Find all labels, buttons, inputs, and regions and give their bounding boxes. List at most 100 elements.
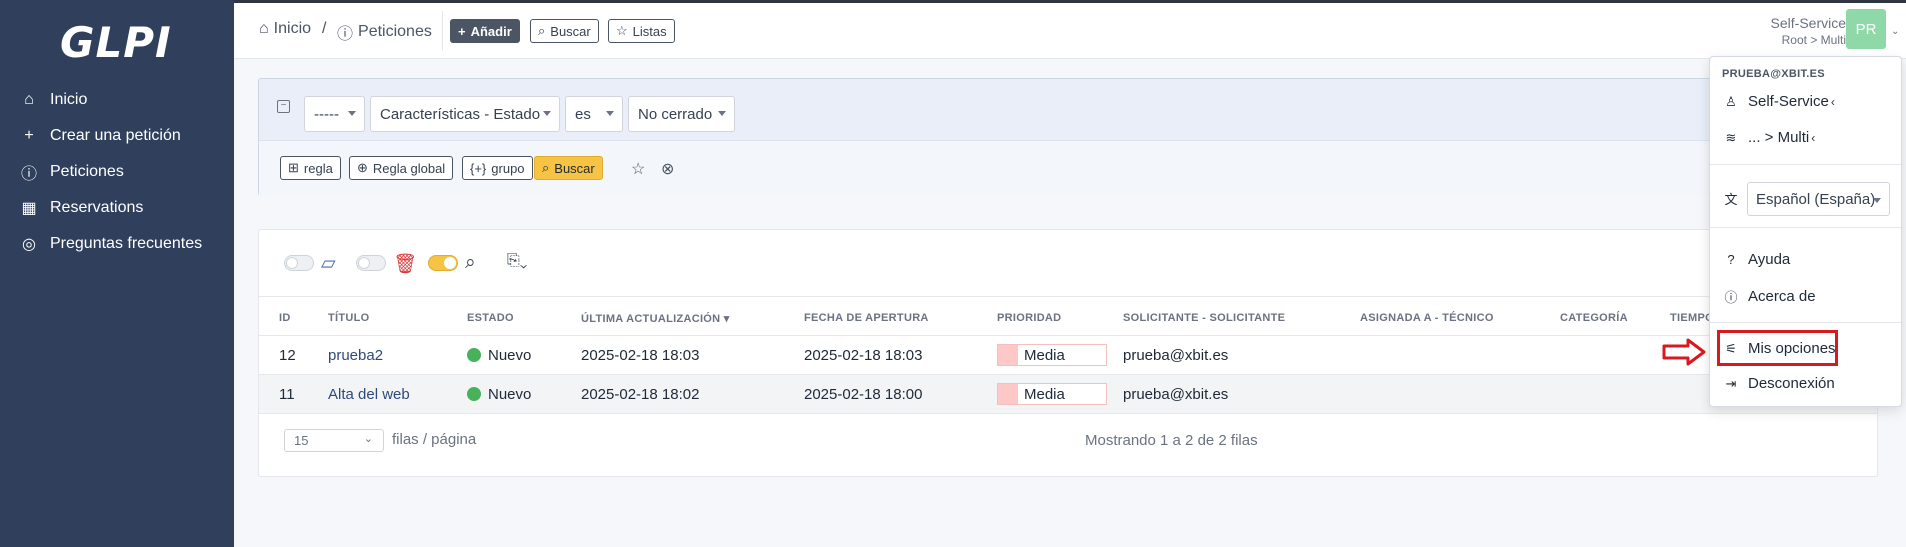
priority-label: Media [1024, 347, 1065, 364]
ticket-id: 12 [279, 347, 296, 364]
star-icon[interactable]: ☆ [631, 159, 645, 179]
breadcrumb-current[interactable]: ⓘ Peticiones [337, 20, 432, 44]
add-global-rule-button[interactable]: ⊕ Regla global [349, 156, 454, 180]
annotation-arrow-icon [1662, 338, 1706, 366]
operator-select[interactable]: es [565, 96, 623, 132]
top-header: ⌂ Inicio / ⓘ Peticiones + Añadir ⌕ Busca… [234, 3, 1906, 59]
rows-per-page-value: 15 [294, 433, 309, 448]
alert-circle-icon: ⓘ [20, 166, 37, 183]
menu-item-entity[interactable]: ≋ ... > Multi ‹ [1724, 129, 1816, 146]
trash-toggle[interactable] [356, 255, 386, 271]
caret-down-icon [718, 111, 726, 116]
chevron-down-icon: ⌄ [363, 433, 373, 445]
add-button-label: Añadir [470, 23, 512, 39]
calendar-icon: ▦ [21, 200, 37, 217]
map-toggle[interactable] [284, 255, 314, 271]
chevron-left-icon: ‹ [1811, 130, 1816, 145]
field-select-value: ----- [314, 105, 339, 123]
breadcrumb-home-label: Inicio [273, 20, 312, 37]
add-group-button[interactable]: {+} grupo [462, 156, 533, 180]
plus-circle-icon: ⊕ [357, 160, 368, 175]
add-group-label: grupo [491, 160, 525, 176]
column-header[interactable]: ID [279, 312, 291, 324]
language-icon: 文 [1724, 192, 1738, 207]
field-select[interactable]: ----- [304, 96, 365, 132]
user-icon: ♙ [1725, 93, 1737, 109]
sidebar-item-preguntas-frecuentes[interactable]: ◎ Preguntas frecuentes [20, 229, 202, 259]
table-row[interactable]: 11 Alta del web Nuevo 2025-02-18 18:02 2… [259, 375, 1877, 414]
header-divider [442, 11, 443, 51]
pagination-summary: Mostrando 1 a 2 de 2 filas [1085, 432, 1258, 449]
trash-icon[interactable]: 🗑 [393, 252, 417, 276]
operator-select-value: es [575, 105, 591, 123]
priority-swatch [998, 384, 1018, 404]
sidebar-item-inicio[interactable]: ⌂ Inicio [20, 85, 87, 115]
ticket-status: Nuevo [467, 347, 531, 364]
column-header[interactable]: FECHA DE APERTURA [804, 312, 929, 324]
map-icon[interactable]: ▱ [321, 252, 336, 275]
ticket-title-link[interactable]: Alta del web [328, 386, 410, 403]
menu-item-about[interactable]: ⓘ Acerca de [1724, 287, 1816, 306]
sort-down-icon: ▾ [723, 313, 730, 325]
profile-info[interactable]: Self-Service Root > Multi [1771, 15, 1846, 49]
glpi-logo[interactable]: GLPI [60, 18, 172, 67]
chevron-down-icon[interactable]: ⌄ [1891, 26, 1899, 37]
column-header[interactable]: ASIGNADA A - TÉCNICO [1360, 312, 1494, 324]
plus-icon: + [24, 127, 34, 144]
caret-down-icon [606, 111, 614, 116]
status-dot-icon [467, 387, 481, 401]
avatar[interactable]: PR [1846, 9, 1886, 49]
column-header[interactable]: PRIORIDAD [997, 312, 1061, 324]
menu-item-logout[interactable]: ⇥ Desconexión [1724, 375, 1835, 392]
results-card: ▱ 🗑 ⌕ ⎘⌄ ID TÍTULO ESTADO ÚLTIMA ACTUALI… [258, 229, 1878, 477]
criteria-select[interactable]: Características - Estado [370, 96, 560, 132]
sidebar-item-label: Peticiones [50, 163, 124, 180]
column-header[interactable]: CATEGORÍA [1560, 312, 1628, 324]
search-criteria-panel: − ----- Características - Estado es No c… [258, 78, 1878, 196]
menu-item-profile[interactable]: ♙ Self-Service ‹ [1724, 93, 1835, 110]
ticket-opened: 2025-02-18 18:00 [804, 386, 923, 403]
column-header[interactable]: TIEMPO [1670, 312, 1714, 324]
search-icon[interactable]: ⌕ [465, 252, 476, 274]
table-header: ID TÍTULO ESTADO ÚLTIMA ACTUALIZACIÓN ▾ … [259, 296, 1877, 336]
menu-item-label: ... > Multi [1748, 129, 1810, 146]
add-global-rule-label: Regla global [372, 160, 446, 176]
sidebar-item-peticiones[interactable]: ⓘ Peticiones [20, 157, 124, 187]
add-rule-button[interactable]: ⊞ regla [280, 156, 341, 180]
column-header[interactable]: TÍTULO [328, 312, 370, 324]
column-header[interactable]: ÚLTIMA ACTUALIZACIÓN ▾ [581, 312, 730, 325]
menu-item-help[interactable]: ? Ayuda [1724, 251, 1790, 268]
user-email: PRUEBA@XBIT.ES [1722, 68, 1825, 80]
rows-per-page-select[interactable]: 15 ⌄ [284, 429, 384, 452]
value-select[interactable]: No cerrado [628, 96, 735, 132]
reset-icon[interactable]: ⊗ [661, 159, 674, 179]
column-header[interactable]: ESTADO [467, 312, 514, 324]
export-icon[interactable]: ⎘⌄ [507, 252, 527, 270]
collapse-icon[interactable]: − [277, 100, 290, 113]
ticket-title-link[interactable]: prueba2 [328, 347, 383, 364]
sidebar-item-crear-peticion[interactable]: + Crear una petición [20, 121, 180, 151]
menu-item-label: Acerca de [1748, 288, 1816, 305]
ticket-id: 11 [279, 386, 295, 403]
brackets-icon: {+} [470, 160, 487, 176]
language-select[interactable]: Español (España) [1747, 182, 1890, 216]
sidebar-item-reservations[interactable]: ▦ Reservations [20, 193, 143, 223]
lists-button[interactable]: ☆ Listas [608, 19, 675, 43]
status-dot-icon [467, 348, 481, 362]
table-row[interactable]: 12 prueba2 Nuevo 2025-02-18 18:03 2025-0… [259, 336, 1877, 375]
lists-button-label: Listas [632, 23, 667, 39]
column-header-label: ÚLTIMA ACTUALIZACIÓN [581, 313, 721, 325]
info-circle-icon: ⓘ [1724, 290, 1738, 305]
annotation-highlight-box [1717, 330, 1838, 366]
ticket-updated: 2025-02-18 18:03 [581, 347, 700, 364]
priority-badge: Media [997, 344, 1107, 366]
search-submit-button[interactable]: ⌕ Buscar [534, 156, 603, 180]
column-header[interactable]: SOLICITANTE - SOLICITANTE [1123, 312, 1285, 324]
search-button[interactable]: ⌕ Buscar [530, 19, 599, 43]
add-button[interactable]: + Añadir [450, 19, 520, 43]
ticket-updated: 2025-02-18 18:02 [581, 386, 700, 403]
search-toggle[interactable] [428, 255, 458, 271]
sidebar-item-label: Preguntas frecuentes [50, 235, 203, 252]
breadcrumb-home[interactable]: ⌂ Inicio [259, 20, 311, 38]
plus-icon: + [458, 23, 466, 39]
